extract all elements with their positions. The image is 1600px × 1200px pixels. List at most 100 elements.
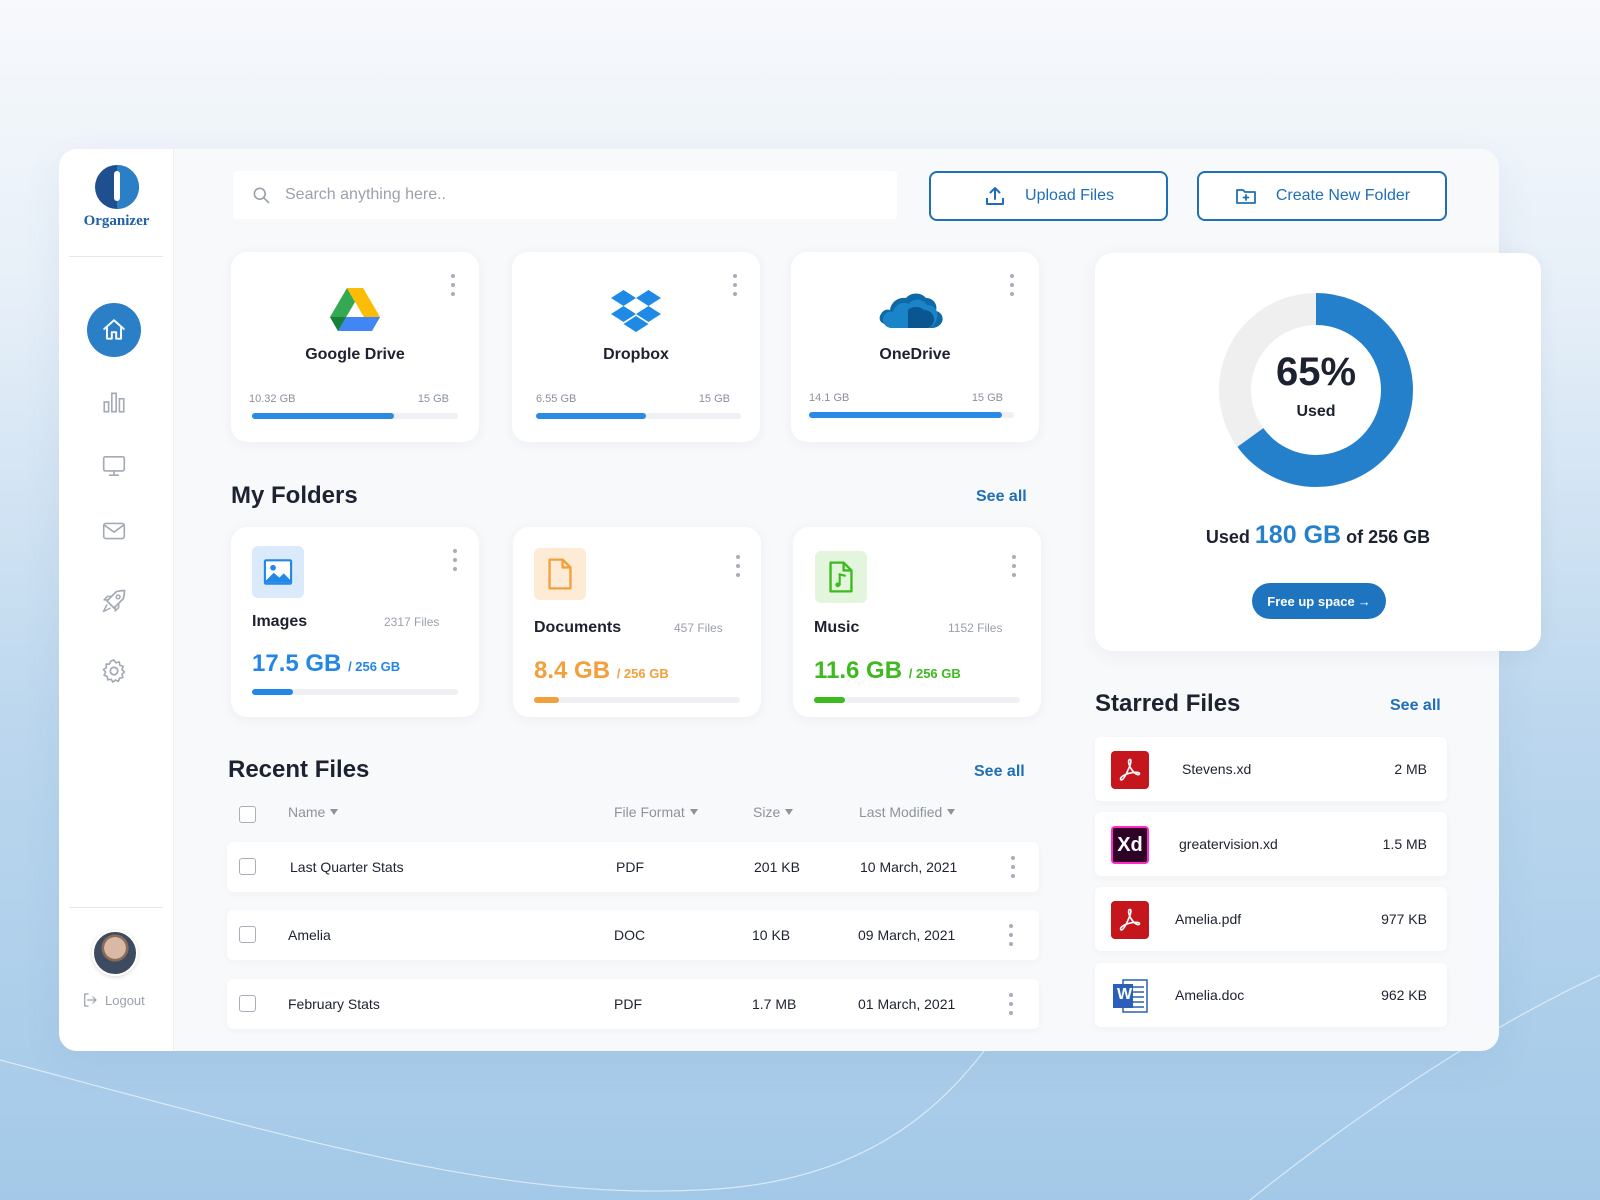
home-icon xyxy=(103,319,125,340)
search-icon xyxy=(253,187,270,204)
starred-file-item[interactable]: Amelia.pdf 977 KB xyxy=(1095,887,1447,951)
drive-progress-bar xyxy=(252,413,458,419)
upload-icon xyxy=(986,187,1005,205)
starred-see-all-link[interactable]: See all xyxy=(1390,697,1441,715)
xd-icon: Xd xyxy=(1111,826,1149,864)
folder-name: Images xyxy=(252,613,308,630)
more-options-icon[interactable] xyxy=(1009,274,1015,296)
starred-file-item[interactable]: W Amelia.doc 962 KB xyxy=(1095,963,1447,1027)
sidebar-item-stats[interactable] xyxy=(87,375,141,429)
sidebar-item-settings[interactable] xyxy=(87,644,141,698)
folder-progress-fill xyxy=(252,689,294,695)
more-options-icon[interactable] xyxy=(450,274,456,296)
word-icon: W xyxy=(1111,977,1149,1015)
column-header-format[interactable]: File Format xyxy=(614,804,698,820)
sidebar-item-devices[interactable] xyxy=(87,439,141,493)
arrow-right-icon: → xyxy=(1357,593,1371,609)
dropbox-icon xyxy=(611,290,661,332)
mail-icon xyxy=(102,522,126,540)
starred-file-size: 977 KB xyxy=(1381,911,1427,927)
starred-file-size: 1.5 MB xyxy=(1382,836,1427,852)
bar-chart-icon xyxy=(103,392,125,413)
row-more-options-icon[interactable] xyxy=(1008,924,1014,946)
row-checkbox[interactable] xyxy=(239,858,256,875)
storage-summary-suffix: of 256 GB xyxy=(1346,527,1431,547)
more-options-icon[interactable] xyxy=(732,274,738,296)
drive-name: OneDrive xyxy=(879,346,951,363)
sidebar-item-mail[interactable] xyxy=(87,504,141,558)
drive-used: 14.1 GB xyxy=(809,392,850,404)
starred-file-size: 962 KB xyxy=(1381,987,1427,1003)
column-header-modified[interactable]: Last Modified xyxy=(859,804,956,820)
folder-size-value: 17.5 GB xyxy=(252,650,342,677)
row-more-options-icon[interactable] xyxy=(1008,993,1014,1015)
starred-file-name: Amelia.pdf xyxy=(1175,911,1242,927)
folder-size-value: 11.6 GB xyxy=(814,657,903,684)
table-row[interactable]: February Stats PDF 1.7 MB 01 March, 2021 xyxy=(227,979,1039,1029)
avatar[interactable] xyxy=(92,930,138,976)
google-drive-icon xyxy=(330,288,380,331)
document-folder-icon xyxy=(534,548,586,600)
drive-card-onedrive[interactable]: OneDrive 14.1 GB 15 GB xyxy=(791,252,1039,442)
logo: Organizer xyxy=(59,165,174,230)
row-checkbox[interactable] xyxy=(239,926,256,943)
xd-icon-text: Xd xyxy=(1117,833,1143,856)
starred-file-item[interactable]: Xd greatervision.xd 1.5 MB xyxy=(1095,812,1447,876)
more-options-icon[interactable] xyxy=(452,549,458,571)
create-folder-button[interactable]: Create New Folder xyxy=(1197,171,1447,221)
row-modified: 10 March, 2021 xyxy=(860,859,958,875)
folders-see-all-link[interactable]: See all xyxy=(976,488,1027,506)
folder-size: 17.5 GB / 256 GB xyxy=(252,650,400,678)
row-checkbox[interactable] xyxy=(239,995,256,1012)
rocket-icon xyxy=(102,589,126,613)
upload-files-button[interactable]: Upload Files xyxy=(929,171,1168,221)
pdf-icon xyxy=(1111,751,1149,789)
folder-name: Documents xyxy=(534,619,622,636)
folder-file-count: 1152 Files xyxy=(948,621,1003,635)
folder-size: 11.6 GB / 256 GB xyxy=(814,657,961,685)
row-name: Amelia xyxy=(288,927,331,943)
column-header-label: Name xyxy=(288,804,326,820)
sidebar-item-launch[interactable] xyxy=(87,574,141,628)
more-options-icon[interactable] xyxy=(1011,555,1017,577)
row-modified: 01 March, 2021 xyxy=(858,996,956,1012)
row-name: February Stats xyxy=(288,996,380,1012)
storage-percent: 65% xyxy=(1275,350,1357,394)
starred-file-size: 2 MB xyxy=(1394,761,1427,777)
row-more-options-icon[interactable] xyxy=(1010,856,1016,878)
column-header-name[interactable]: Name xyxy=(288,804,339,820)
starred-file-item[interactable]: Stevens.xd 2 MB xyxy=(1095,737,1447,801)
drive-card-google[interactable]: Google Drive 10.32 GB 15 GB xyxy=(231,252,479,442)
folder-size-total: / 256 GB xyxy=(348,659,401,674)
drive-total: 15 GB xyxy=(698,393,730,405)
folder-progress-bar xyxy=(534,697,740,703)
select-all-checkbox[interactable] xyxy=(239,806,256,823)
gear-icon xyxy=(102,659,126,683)
logout-button[interactable]: Logout xyxy=(81,991,145,1009)
row-size: 201 KB xyxy=(754,859,800,875)
folder-progress-fill xyxy=(814,697,845,703)
folder-card-images[interactable]: Images 2317 Files 17.5 GB / 256 GB xyxy=(231,527,479,717)
image-folder-icon xyxy=(252,546,304,598)
storage-summary-prefix: Used xyxy=(1205,527,1250,547)
drive-progress-bar xyxy=(809,412,1014,418)
sidebar-item-home[interactable] xyxy=(87,303,141,357)
sort-caret-icon xyxy=(689,809,698,815)
table-row[interactable]: Last Quarter Stats PDF 201 KB 10 March, … xyxy=(227,842,1039,892)
recent-see-all-link[interactable]: See all xyxy=(974,763,1025,781)
create-folder-label: Create New Folder xyxy=(1275,187,1411,204)
folder-file-count: 2317 Files xyxy=(384,615,440,629)
drive-name: Google Drive xyxy=(305,346,405,363)
free-up-space-button[interactable]: Free up space → xyxy=(1252,583,1386,619)
column-header-size[interactable]: Size xyxy=(753,804,794,820)
folder-card-music[interactable]: Music 1152 Files 11.6 GB / 256 GB xyxy=(793,527,1041,717)
more-options-icon[interactable] xyxy=(735,555,741,577)
drive-card-dropbox[interactable]: Dropbox 6.55 GB 15 GB xyxy=(512,252,760,442)
upload-files-label: Upload Files xyxy=(1025,187,1114,204)
search-input[interactable] xyxy=(285,186,865,204)
table-row[interactable]: Amelia DOC 10 KB 09 March, 2021 xyxy=(227,910,1039,960)
folder-name: Music xyxy=(814,619,860,636)
search-bar[interactable] xyxy=(233,171,897,219)
folder-card-documents[interactable]: Documents 457 Files 8.4 GB / 256 GB xyxy=(513,527,761,717)
drive-progress-fill xyxy=(252,413,394,419)
